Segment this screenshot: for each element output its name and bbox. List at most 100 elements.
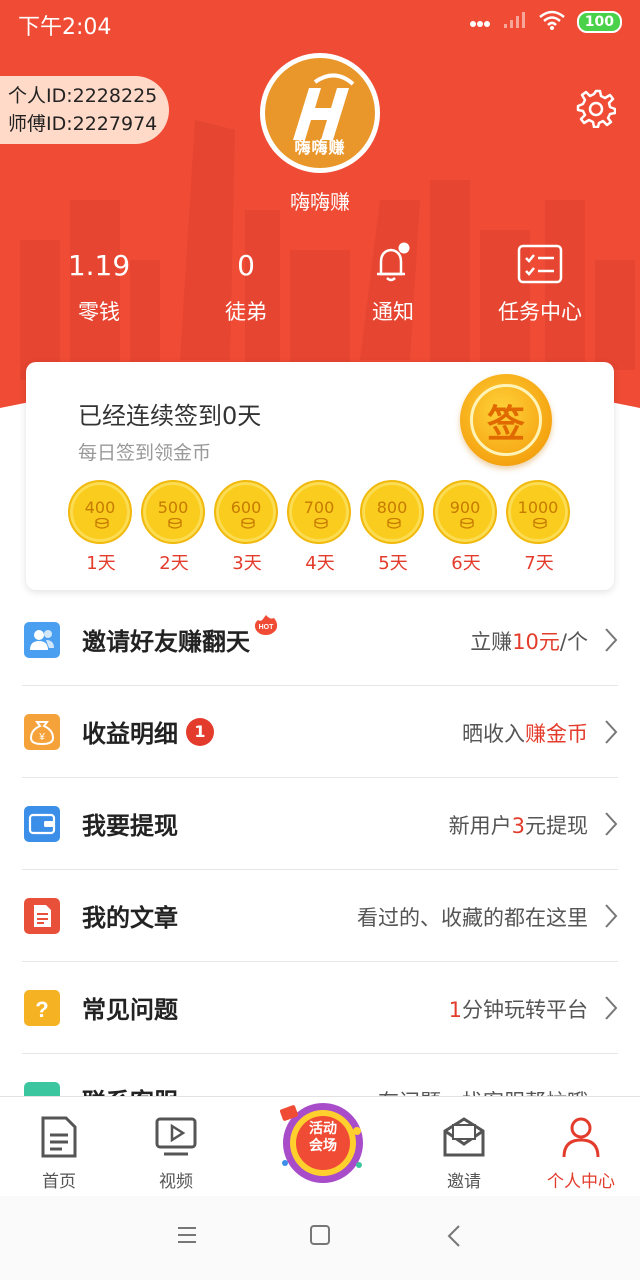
stat-notifications[interactable]: 通知	[318, 240, 468, 326]
nav-profile-label: 个人中心	[547, 1172, 615, 1192]
menu-item-faq[interactable]: ? 常见问题 1分钟玩转平台	[22, 962, 618, 1054]
bottom-nav: 首页 视频 活动会场 邀请 个人中心	[0, 1096, 640, 1196]
nav-profile[interactable]: 个人中心	[536, 1115, 626, 1192]
avatar-image: 嗨嗨赚	[265, 58, 375, 168]
chevron-right-icon	[605, 996, 618, 1020]
gold-coin-icon: 1000	[506, 480, 570, 544]
avatar[interactable]: 嗨嗨赚	[260, 53, 380, 173]
hot-badge: HOT	[252, 614, 280, 636]
menu-label-faq: 常见问题	[82, 996, 178, 1024]
menu-right-earnings: 晒收入赚金币	[462, 722, 588, 746]
signin-day-7: 1000 7天	[506, 480, 572, 575]
day-amount: 900	[449, 498, 481, 517]
username: 嗨嗨赚	[290, 190, 350, 214]
gold-coin-icon: 900	[433, 480, 497, 544]
signin-day-3: 600 3天	[214, 480, 280, 575]
stat-apprentices[interactable]: 0 徒弟	[171, 240, 321, 326]
balance-label: 零钱	[78, 300, 120, 324]
day-amount: 700	[303, 498, 335, 517]
video-icon	[155, 1117, 197, 1156]
unread-count-badge: 1	[186, 718, 214, 746]
gold-coin-icon: 600	[214, 480, 278, 544]
master-id: 师傅ID:2227974	[8, 113, 158, 135]
balance-value: 1.19	[67, 249, 131, 282]
stats-row: 1.19 零钱 0 徒弟 通知 任务中心	[0, 240, 640, 330]
question-icon: ?	[24, 990, 60, 1026]
signin-subtitle: 每日签到领金币	[78, 442, 212, 464]
invite-friends-icon	[24, 622, 60, 658]
more-dots-icon	[469, 13, 491, 32]
invite-envelope-icon	[443, 1117, 485, 1157]
menu-right-withdraw: 新用户3元提现	[448, 814, 588, 838]
menu-right-invite: 立赚10元/个	[470, 630, 588, 654]
system-nav-bar	[0, 1196, 640, 1280]
day-amount: 400	[84, 498, 116, 517]
menu-item-invite[interactable]: 邀请好友赚翻天 HOT 立赚10元/个	[22, 594, 618, 686]
back-arrow-icon[interactable]	[446, 1224, 462, 1248]
home-square-icon[interactable]	[309, 1224, 331, 1246]
status-time: 下午2:04	[18, 15, 112, 40]
menu-right-faq: 1分钟玩转平台	[448, 998, 588, 1022]
day-label: 3天	[232, 553, 262, 574]
nav-home-label: 首页	[42, 1172, 76, 1192]
status-icons: 100	[469, 10, 622, 34]
chevron-right-icon	[605, 628, 618, 652]
gear-icon	[576, 89, 617, 129]
task-center-label: 任务中心	[498, 300, 582, 324]
gold-coin-icon: 500	[141, 480, 205, 544]
day-amount: 500	[157, 498, 189, 517]
task-list-icon	[517, 244, 563, 284]
day-label: 5天	[378, 553, 408, 574]
signal-icon	[503, 11, 527, 33]
money-bag-icon: ¥	[24, 714, 60, 750]
status-bar: 下午2:04 100	[0, 0, 640, 46]
user-id-badge: 个人ID:2228225 师傅ID:2227974	[0, 76, 170, 144]
day-label: 2天	[159, 553, 189, 574]
signin-coin-label: 签	[470, 384, 542, 456]
svg-text:¥: ¥	[38, 732, 45, 743]
signin-title: 已经连续签到0天	[78, 402, 262, 430]
menu-label-text: 收益明细	[82, 720, 178, 748]
menu-item-withdraw[interactable]: 我要提现 新用户3元提现	[22, 778, 618, 870]
svg-text:?: ?	[35, 997, 48, 1022]
gold-coin-icon: 800	[360, 480, 424, 544]
personal-id: 个人ID:2228225	[8, 85, 158, 107]
menu-right-articles: 看过的、收藏的都在这里	[357, 906, 588, 930]
menu-item-articles[interactable]: 我的文章 看过的、收藏的都在这里	[22, 870, 618, 962]
chevron-right-icon	[605, 904, 618, 928]
nav-video[interactable]: 视频	[131, 1115, 221, 1192]
day-label: 4天	[305, 553, 335, 574]
menu-label-earnings: 收益明细 1	[82, 714, 214, 749]
day-label: 1天	[86, 553, 116, 574]
nav-video-label: 视频	[159, 1172, 193, 1192]
stat-balance[interactable]: 1.19 零钱	[24, 240, 174, 326]
signin-day-6: 900 6天	[433, 480, 499, 575]
apprentices-label: 徒弟	[225, 300, 267, 324]
settings-button[interactable]	[576, 88, 617, 129]
menu-label-withdraw: 我要提现	[82, 812, 178, 840]
signin-day-5: 800 5天	[360, 480, 426, 575]
menu-item-earnings[interactable]: ¥ 收益明细 1 晒收入赚金币	[22, 686, 618, 778]
nav-invite[interactable]: 邀请	[419, 1115, 509, 1192]
apprentices-value: 0	[237, 249, 255, 282]
day-amount: 600	[230, 498, 262, 517]
stat-task-center[interactable]: 任务中心	[465, 240, 615, 326]
signin-card: 已经连续签到0天 每日签到领金币 签 400 1天 500 2天 600 3天	[26, 362, 614, 590]
menu-label-invite: 邀请好友赚翻天 HOT	[82, 615, 278, 657]
wifi-icon	[538, 10, 565, 34]
signin-days-row: 400 1天 500 2天 600 3天 700 4天 800 5天 900 6…	[68, 480, 588, 580]
notifications-label: 通知	[372, 300, 414, 324]
nav-home[interactable]: 首页	[14, 1115, 104, 1192]
menu-lines-icon[interactable]	[176, 1224, 198, 1246]
menu-list: 邀请好友赚翻天 HOT 立赚10元/个 ¥ 收益明细 1 晒收入赚金币 我要提现 …	[0, 594, 640, 1146]
nav-activity-center[interactable]: 活动会场	[275, 1095, 367, 1187]
signin-day-1: 400 1天	[68, 480, 134, 575]
signin-button[interactable]: 签	[460, 374, 552, 466]
signin-day-2: 500 2天	[141, 480, 207, 575]
menu-label-articles: 我的文章	[82, 904, 178, 932]
day-amount: 800	[376, 498, 408, 517]
chevron-right-icon	[605, 720, 618, 744]
profile-icon	[562, 1117, 600, 1158]
avatar-label: 嗨嗨赚	[294, 138, 346, 157]
svg-text:HOT: HOT	[259, 624, 275, 631]
